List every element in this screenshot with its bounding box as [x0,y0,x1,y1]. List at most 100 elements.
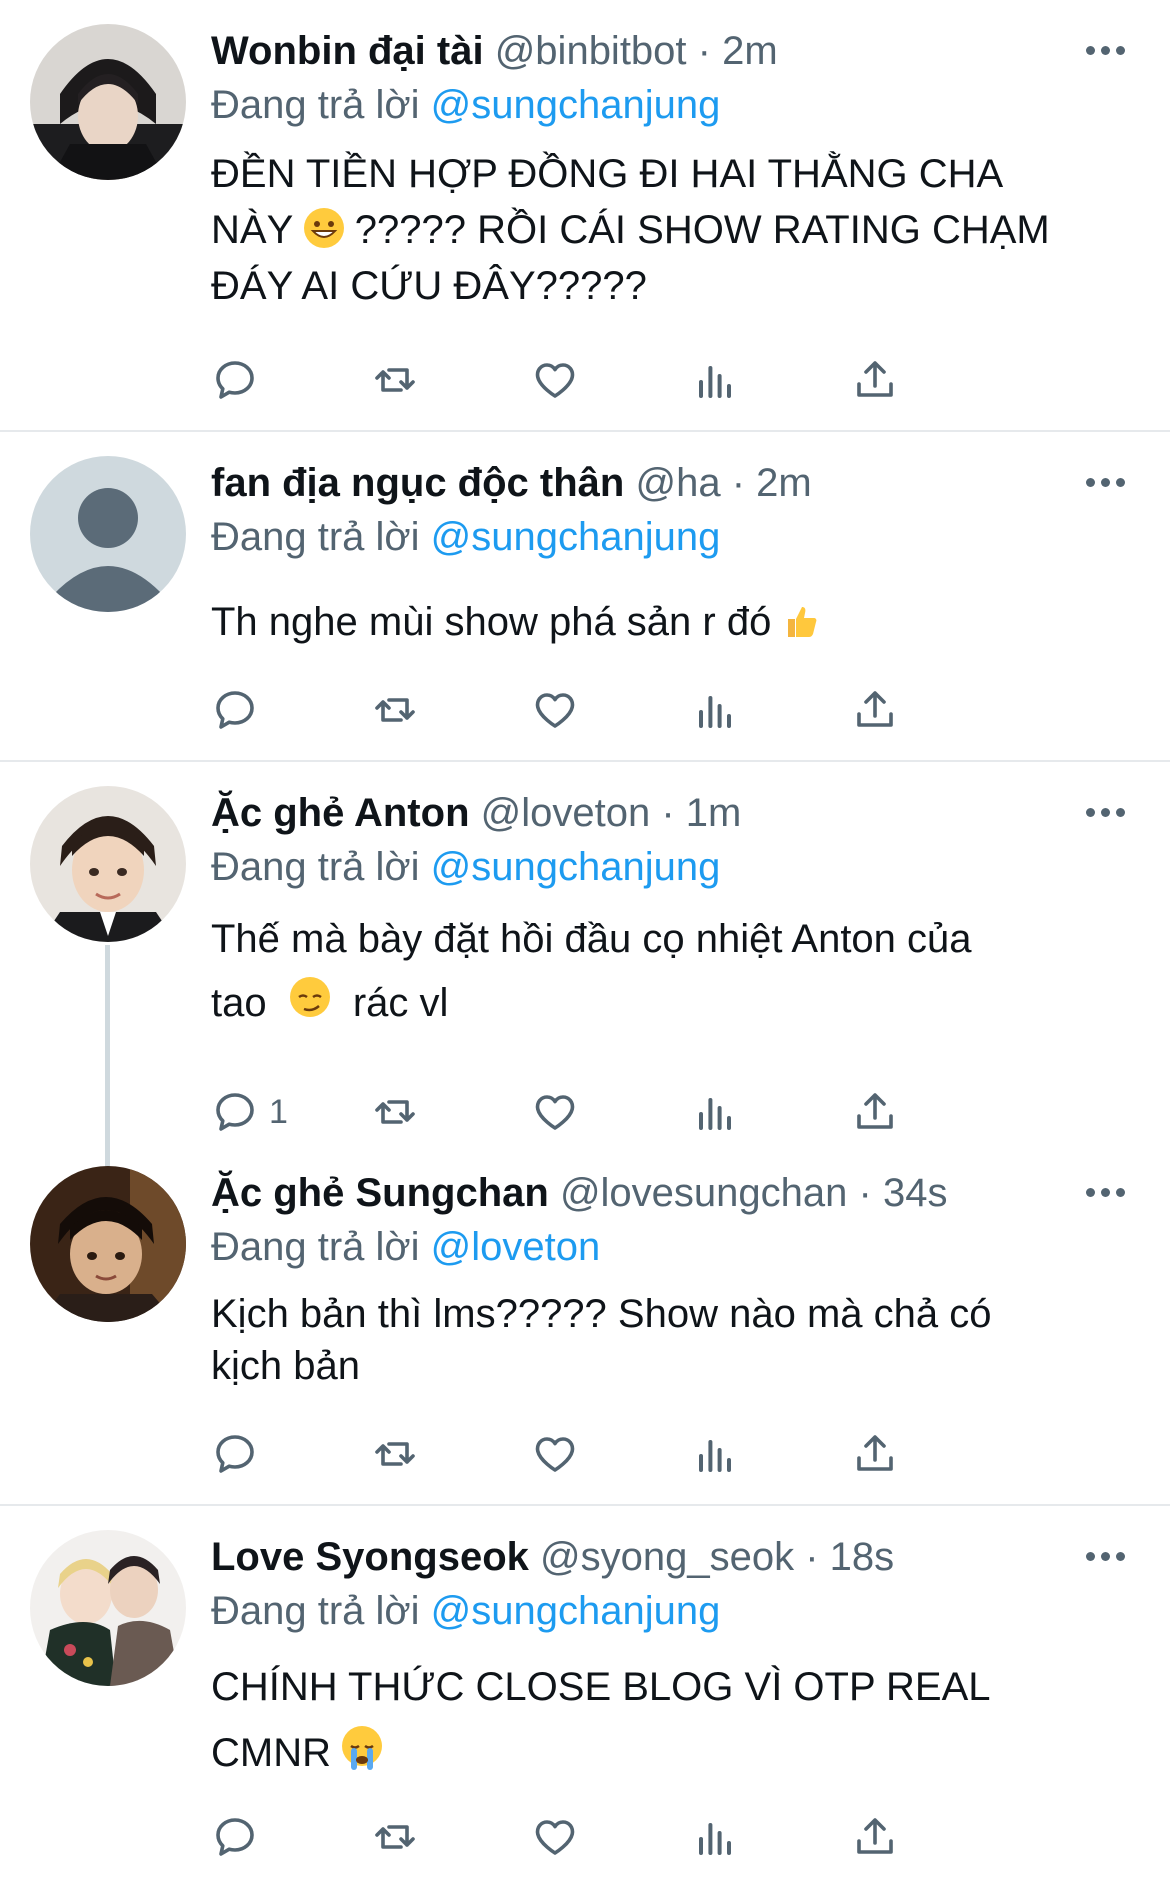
like-button[interactable] [531,350,579,410]
share-button[interactable] [851,350,899,410]
like-icon [535,1437,575,1472]
avatar-default[interactable] [30,456,186,612]
tweet-2[interactable]: fan địa ngục độc thân @ha · 2m Đang trả … [0,432,1170,760]
text-line: ĐÁY AI CỨU ĐÂY????? [211,264,647,308]
user-handle[interactable]: @binbitbot [495,29,687,73]
tweet-4[interactable]: Ặc ghẻ Sungchan @lovesungchan · 34s Đang… [0,1142,1170,1504]
mention-link[interactable]: @loveton [431,1225,601,1269]
retweet-icon [375,1442,415,1466]
more-options-icon[interactable] [1086,808,1126,820]
like-button[interactable] [531,680,579,740]
smirking-face-icon [289,977,330,1017]
user-handle[interactable]: @loveton [481,791,651,835]
text-segment: rác vl [352,981,449,1025]
timestamp[interactable]: 2m [722,29,778,73]
retweet-icon [375,368,415,392]
timestamp[interactable]: 34s [883,1171,948,1215]
share-icon [857,1818,893,1854]
reply-button[interactable] [211,1807,269,1867]
share-button[interactable] [851,1807,899,1867]
retweet-button[interactable] [371,1082,419,1142]
more-options-icon[interactable] [1086,1188,1126,1200]
reply-button[interactable] [211,1424,269,1484]
user-handle[interactable]: @lovesungchan [560,1171,847,1215]
tweet-header: Wonbin đại tài @binbitbot · 2m [211,26,1130,76]
reply-button[interactable] [211,680,269,740]
avatar-syongseok[interactable] [30,1530,186,1686]
avatar-wonbin[interactable] [30,24,186,180]
replying-to: Đang trả lời @sungchanjung [211,1586,720,1636]
more-options-icon[interactable] [1086,46,1126,58]
tweet-3[interactable]: Ặc ghẻ Anton @loveton · 1m Đang trả lời … [0,762,1170,1162]
share-icon [857,361,893,397]
replying-to: Đang trả lời @sungchanjung [211,80,720,130]
display-name[interactable]: Love Syongseok [211,1535,529,1579]
retweet-button[interactable] [371,1807,419,1867]
more-options-icon[interactable] [1086,478,1126,490]
share-button[interactable] [851,680,899,740]
replying-to: Đang trả lời @sungchanjung [211,512,720,562]
replying-label: Đang trả lời [211,83,420,127]
display-name[interactable]: fan địa ngục độc thân [211,461,624,505]
share-button[interactable] [851,1424,899,1484]
tweet-header: fan địa ngục độc thân @ha · 2m [211,458,1130,508]
analytics-button[interactable] [691,1424,739,1484]
tweet-1[interactable]: Wonbin đại tài @binbitbot · 2m Đang trả … [0,0,1170,430]
mention-link[interactable]: @sungchanjung [431,83,721,127]
retweet-icon [375,698,415,722]
replying-label: Đang trả lời [211,1225,420,1269]
like-button[interactable] [531,1807,579,1867]
text-line: CMNR [211,1720,1100,1786]
timestamp[interactable]: 2m [756,461,812,505]
separator-dot: · [661,791,675,835]
more-options-icon[interactable] [1086,1552,1126,1564]
thumbs-up-icon [782,600,822,640]
replying-label: Đang trả lời [211,1589,420,1633]
reply-button[interactable]: 1 [211,1082,288,1142]
tweet-header: Ặc ghẻ Anton @loveton · 1m [211,788,1130,838]
tweet-actions [211,1424,1051,1484]
like-button[interactable] [531,1082,579,1142]
like-icon [535,363,575,398]
display-name[interactable]: Ặc ghẻ Anton [211,791,470,835]
mention-link[interactable]: @sungchanjung [431,515,721,559]
tweet-text: Thế mà bày đặt hồi đầu cọ nhiệt Anton củ… [211,907,1100,1035]
display-name[interactable]: Wonbin đại tài [211,29,484,73]
analytics-button[interactable] [691,1807,739,1867]
timestamp[interactable]: 18s [830,1535,895,1579]
analytics-button[interactable] [691,680,739,740]
retweet-button[interactable] [371,350,419,410]
text-line: tao rác vl [211,971,1100,1035]
tweet-5[interactable]: Love Syongseok @syong_seok · 18s Đang tr… [0,1506,1170,1877]
loudly-crying-face-icon [342,1726,383,1770]
separator-dot: · [731,461,746,505]
mention-link[interactable]: @sungchanjung [431,845,721,889]
like-button[interactable] [531,1424,579,1484]
grinning-face-icon [303,208,344,248]
retweet-button[interactable] [371,1424,419,1484]
share-icon [857,1093,893,1129]
share-button[interactable] [851,1082,899,1142]
tweet-header: Ặc ghẻ Sungchan @lovesungchan · 34s [211,1168,1130,1218]
user-handle[interactable]: @ha [635,461,720,505]
avatar-sungchan[interactable] [30,1166,186,1322]
retweet-icon [375,1100,415,1124]
mention-link[interactable]: @sungchanjung [431,1589,721,1633]
text-line: ĐỀN TIỀN HỢP ĐỒNG ĐI HAI THẰNG CHA [211,152,1004,196]
reply-button[interactable] [211,350,269,410]
tweet-text: ĐỀN TIỀN HỢP ĐỒNG ĐI HAI THẰNG CHA NÀY ?… [211,146,1100,314]
analytics-button[interactable] [691,1082,739,1142]
avatar-anton[interactable] [30,786,186,942]
display-name[interactable]: Ặc ghẻ Sungchan [211,1171,549,1215]
replying-to: Đang trả lời @sungchanjung [211,842,720,892]
text-line: kịch bản [211,1344,360,1388]
tweet-actions [211,1807,1051,1867]
retweet-button[interactable] [371,680,419,740]
user-handle[interactable]: @syong_seok [540,1535,794,1579]
text-line: Thế mà bày đặt hồi đầu cọ nhiệt Anton củ… [211,917,972,961]
analytics-button[interactable] [691,350,739,410]
text-line: NÀY ????? RỒI CÁI SHOW RATING CHẠM [211,202,1100,258]
reply-icon [216,1818,254,1856]
tweet-text: Th nghe mùi show phá sản r đó [211,594,1100,650]
timestamp[interactable]: 1m [686,791,742,835]
